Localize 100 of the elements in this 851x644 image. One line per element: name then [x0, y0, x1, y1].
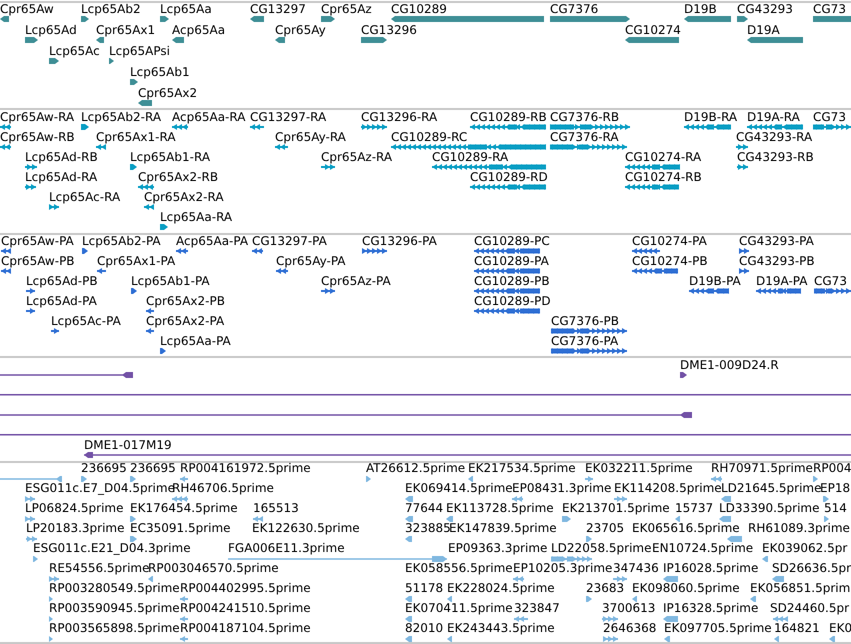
feature-label: LD22058.5prime	[551, 541, 652, 555]
feature-label: CG43293-PA	[739, 234, 814, 248]
feature-label: EK243443.5prime	[447, 621, 555, 635]
feature-label: CG10289-RA	[432, 150, 508, 164]
feature-label: Cpr65Ax1-PA	[97, 254, 176, 268]
feature-label: EK122630.5prime	[252, 521, 360, 535]
feature-label: Cpr65Aw-PB	[1, 254, 75, 268]
feature-label: RP003046570.5prime	[148, 561, 279, 575]
feature-label: AT26612.5prime	[366, 461, 466, 475]
feature-label: 323885	[405, 521, 451, 535]
feature-label: CG10274-RA	[625, 150, 702, 164]
feature-label: CG10274-PB	[632, 254, 708, 268]
feature-label: Lcp65Ad-RB	[25, 150, 98, 164]
feature-label: RP003590945.5prime	[49, 601, 180, 615]
feature-label: CG73	[813, 2, 846, 16]
feature-label: CG10274-RB	[625, 170, 702, 184]
feature-label: Cpr65Ax2-PB	[146, 294, 225, 308]
feature-label: CG13296	[361, 23, 417, 37]
feature-label: CG10289-RD	[470, 170, 548, 184]
feature-label: CG10289-PA	[474, 254, 549, 268]
feature-label: RP004	[813, 461, 851, 475]
feature-label: D19B	[684, 2, 717, 16]
feature-label: EK213701.5prime	[562, 501, 670, 515]
feature-label: Cpr65Aw-RA	[0, 110, 74, 124]
feature-label: EK065616.5prime	[632, 521, 740, 535]
feature-label: EK070411.5prime	[405, 601, 513, 615]
feature-label: CG13297	[250, 2, 306, 16]
feature-label: Cpr65Aw-PA	[1, 234, 74, 248]
feature-label: CG13296-PA	[362, 234, 437, 248]
feature-label: Lcp65APsi	[109, 44, 170, 58]
feature-label: Acp65Aa-PA	[176, 234, 248, 248]
feature-label: CG10289-PC	[474, 234, 550, 248]
feature-label: EK069414.5prime	[405, 481, 513, 495]
feature-label: EC35091.5prime	[130, 521, 231, 535]
feature-label: Lcp65Ac	[49, 44, 100, 58]
feature-label: EK217534.5prime	[468, 461, 576, 475]
feature-label: 23683	[586, 581, 624, 595]
feature-label: CG43293-PB	[739, 254, 815, 268]
feature-label: RH61089.3prime	[748, 521, 850, 535]
feature-label: Lcp65Ab2-PA	[82, 234, 161, 248]
feature-label: CG13297-RA	[250, 110, 326, 124]
feature-label: CG7376-PB	[551, 314, 620, 328]
feature-label: DME1-017M19	[84, 438, 172, 452]
feature-label: Cpr65Ay	[275, 23, 326, 37]
feature-label: Acp65Aa	[172, 23, 226, 37]
feature-label: RP003280549.5prime	[49, 581, 180, 595]
feature-label: CG43293-RA	[736, 130, 812, 144]
feature-label: Cpr65Az	[321, 2, 372, 16]
feature-label: SD26636.5pr	[772, 561, 851, 575]
feature-label: Lcp65Ad-PB	[26, 274, 98, 288]
feature-label: Lcp65Ab1-RA	[130, 150, 210, 164]
feature-label: 15737	[675, 501, 714, 515]
feature-label: EK228024.5prime	[447, 581, 555, 595]
feature-label: Cpr65Ax2	[138, 86, 198, 100]
feature-label: Cpr65Ay-RA	[275, 130, 346, 144]
feature-label: 347436	[613, 561, 659, 575]
feature-label: EK056851.5prim	[750, 581, 850, 595]
feature-label: EK098060.5prime	[632, 581, 740, 595]
feature-label: Lcp65Ab2	[81, 2, 141, 16]
feature-label: CG10289-RB	[470, 110, 547, 124]
feature-label: D19A-RA	[747, 110, 800, 124]
feature-label: CG7376	[550, 2, 598, 16]
feature-label: 77644	[405, 501, 444, 515]
feature-label: RH70971.5prime	[711, 461, 813, 475]
feature-label: CG10274-PA	[632, 234, 707, 248]
feature-label: Cpr65Aw	[0, 2, 54, 16]
feature-label: Cpr65Ax1-RA	[96, 130, 176, 144]
feature-label: EK058556.5prime	[405, 561, 513, 575]
feature-label: 165513	[253, 501, 299, 515]
feature-label: CG43293	[737, 2, 793, 16]
feature-label: Lcp65Ad	[25, 23, 77, 37]
feature-label: RE54556.5prime	[49, 561, 150, 575]
feature-label: ESG011c.E7_D04.5prime	[25, 481, 175, 495]
feature-label: Cpr65Aw-RB	[0, 130, 75, 144]
feature-label: CG10274	[625, 23, 681, 37]
feature-label: RP003565898.5prime	[49, 621, 180, 635]
feature-label: 82010	[405, 621, 444, 635]
feature-label: EK113728.5prime	[446, 501, 554, 515]
feature-label: CG7376-PA	[551, 334, 618, 348]
feature-label: RP004402995.5prime	[180, 581, 311, 595]
feature-label: SD24460.5pr	[770, 601, 850, 615]
feature-label: Cpr65Ay-PA	[276, 254, 346, 268]
feature-label: 236695	[130, 461, 176, 475]
feature-label: 164821	[774, 621, 820, 635]
feature-label: Lcp65Ad-PA	[26, 294, 97, 308]
feature-label: CG10289	[391, 2, 447, 16]
feature-label: EN10724.5prime	[652, 541, 754, 555]
feature-label: CG7376-RA	[550, 130, 619, 144]
feature-label: Lcp65Ac-RA	[49, 190, 120, 204]
feature-label: DME1-009D24.R	[680, 358, 779, 372]
feature-label: Lcp65Ab1-PA	[131, 274, 210, 288]
feature-label: 514	[824, 501, 847, 515]
feature-label: CG43293-RB	[737, 150, 814, 164]
feature-label: RH46706.5prime	[172, 481, 274, 495]
feature-label: 23705	[586, 521, 624, 535]
feature-label: IP16328.5prime	[663, 601, 758, 615]
feature-label: D19B-RA	[684, 110, 738, 124]
feature-label: Lcp65Ad-RA	[25, 170, 98, 184]
feature-label: LP20183.3prime	[26, 521, 125, 535]
feature-label: Lcp65Ab2-RA	[81, 110, 162, 124]
